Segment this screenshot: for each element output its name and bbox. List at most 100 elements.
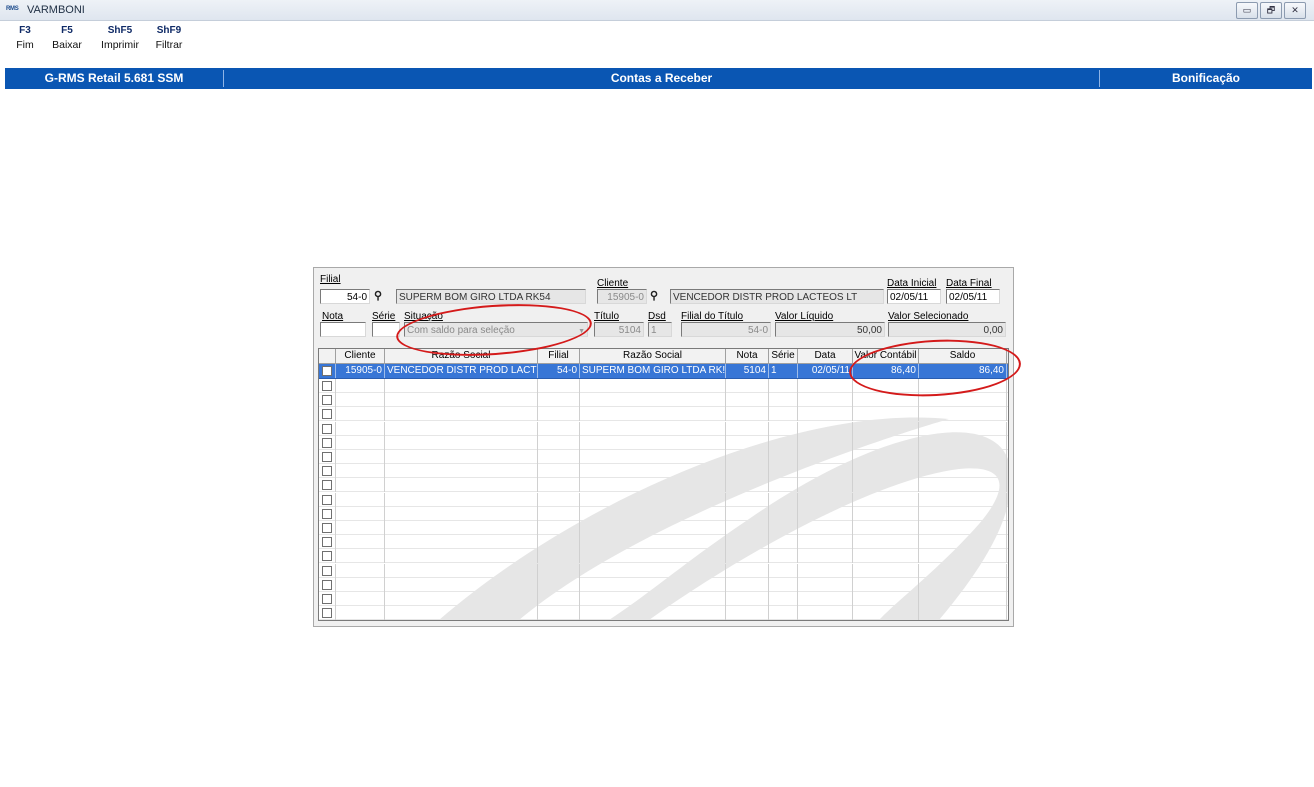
valor-selecionado-label: Valor Selecionado bbox=[888, 311, 969, 322]
row-select-cell[interactable] bbox=[319, 492, 336, 507]
col-header-filial[interactable]: Filial bbox=[538, 349, 580, 363]
row-select-cell[interactable] bbox=[319, 464, 336, 479]
data-inicial-input[interactable]: 02/05/11 bbox=[887, 289, 941, 304]
checkbox-icon[interactable] bbox=[322, 466, 332, 477]
table-row[interactable] bbox=[319, 506, 1008, 521]
col-header-data[interactable]: Data bbox=[798, 349, 853, 363]
row-select-cell[interactable] bbox=[319, 393, 336, 408]
situacao-label: Situação bbox=[404, 311, 443, 322]
checkbox-icon[interactable] bbox=[322, 381, 332, 391]
row-select-cell[interactable] bbox=[319, 577, 336, 592]
grid-cell bbox=[580, 577, 726, 592]
checkbox-icon[interactable] bbox=[322, 395, 332, 406]
checkbox-icon[interactable] bbox=[322, 594, 332, 604]
checkbox-icon[interactable] bbox=[322, 366, 332, 376]
col-header-nota[interactable]: Nota bbox=[726, 349, 769, 363]
binoculars-icon[interactable]: ⚲ bbox=[650, 289, 658, 302]
col-header-saldo[interactable]: Saldo bbox=[919, 349, 1007, 363]
filial-input[interactable]: 54-0 bbox=[320, 289, 370, 304]
row-select-cell[interactable] bbox=[319, 549, 336, 564]
checkbox-icon[interactable] bbox=[322, 480, 332, 491]
nota-input[interactable] bbox=[320, 322, 366, 337]
grid-cell bbox=[798, 549, 853, 564]
row-select-cell[interactable] bbox=[319, 379, 336, 393]
row-select-cell[interactable] bbox=[319, 435, 336, 450]
grid-cell bbox=[385, 506, 538, 521]
grid-cell bbox=[385, 521, 538, 535]
table-row[interactable] bbox=[319, 379, 1008, 393]
checkbox-icon[interactable] bbox=[322, 523, 332, 533]
cliente-input[interactable]: 15905-0 bbox=[597, 289, 647, 304]
grid-cell bbox=[336, 521, 385, 535]
baixar-button[interactable]: F5 Baixar bbox=[50, 25, 84, 51]
table-row[interactable] bbox=[319, 577, 1008, 592]
grid-cell bbox=[853, 506, 919, 521]
checkbox-icon[interactable] bbox=[322, 409, 332, 420]
checkbox-icon[interactable] bbox=[322, 437, 332, 448]
grid-cell bbox=[853, 421, 919, 436]
table-row[interactable] bbox=[319, 521, 1008, 535]
titles-grid[interactable]: Cliente Razão Social Filial Razão Social… bbox=[318, 348, 1009, 621]
grid-cell bbox=[385, 592, 538, 606]
col-header-cliente[interactable]: Cliente bbox=[336, 349, 385, 363]
dsd-input[interactable]: 1 bbox=[648, 322, 672, 337]
row-select-cell[interactable] bbox=[319, 592, 336, 606]
table-row[interactable] bbox=[319, 407, 1008, 422]
checkbox-icon[interactable] bbox=[322, 551, 332, 562]
table-row[interactable] bbox=[319, 535, 1008, 550]
row-select-cell[interactable] bbox=[319, 563, 336, 578]
row-select-cell[interactable] bbox=[319, 450, 336, 464]
checkbox-icon[interactable] bbox=[322, 608, 332, 619]
table-row[interactable] bbox=[319, 606, 1008, 620]
data-inicial-label: Data Inicial bbox=[887, 278, 937, 289]
checkbox-icon[interactable] bbox=[322, 452, 332, 462]
table-row[interactable] bbox=[319, 435, 1008, 450]
filtrar-button[interactable]: ShF9 Filtrar bbox=[148, 25, 190, 51]
row-select-cell[interactable] bbox=[319, 606, 336, 620]
grid-cell bbox=[853, 435, 919, 450]
table-row[interactable] bbox=[319, 464, 1008, 479]
filtrar-key: ShF9 bbox=[156, 25, 182, 36]
col-header-valor-contabil[interactable]: Valor Contábil bbox=[853, 349, 919, 363]
checkbox-icon[interactable] bbox=[322, 423, 332, 434]
row-select-cell[interactable] bbox=[319, 421, 336, 436]
table-row[interactable] bbox=[319, 492, 1008, 507]
row-select-cell[interactable] bbox=[319, 478, 336, 493]
imprimir-button[interactable]: ShF5 Imprimir bbox=[92, 25, 148, 51]
table-row[interactable]: 15905-0 VENCEDOR DISTR PROD LACT 54-0 SU… bbox=[319, 364, 1008, 379]
table-row[interactable] bbox=[319, 421, 1008, 436]
minimize-icon[interactable]: ▭ bbox=[1236, 2, 1258, 19]
checkbox-icon[interactable] bbox=[322, 579, 332, 590]
table-row[interactable] bbox=[319, 450, 1008, 464]
titulo-input[interactable]: 5104 bbox=[594, 322, 644, 337]
grid-cell bbox=[769, 535, 798, 550]
col-header-razao-social-cliente[interactable]: Razão Social bbox=[385, 349, 538, 363]
table-row[interactable] bbox=[319, 592, 1008, 606]
row-select-cell[interactable] bbox=[319, 535, 336, 550]
grid-cell bbox=[538, 407, 580, 422]
checkbox-icon[interactable] bbox=[322, 565, 332, 576]
row-select-cell[interactable] bbox=[319, 521, 336, 535]
restore-icon[interactable]: 🗗 bbox=[1260, 2, 1282, 19]
table-row[interactable] bbox=[319, 393, 1008, 408]
binoculars-icon[interactable]: ⚲ bbox=[374, 289, 382, 302]
imprimir-label: Imprimir bbox=[101, 39, 139, 51]
data-final-input[interactable]: 02/05/11 bbox=[946, 289, 1000, 304]
close-icon[interactable]: ✕ bbox=[1284, 2, 1306, 19]
table-row[interactable] bbox=[319, 563, 1008, 578]
row-select-cell[interactable] bbox=[319, 364, 336, 378]
table-row[interactable] bbox=[319, 549, 1008, 564]
table-row[interactable] bbox=[319, 478, 1008, 493]
checkbox-icon[interactable] bbox=[322, 508, 332, 519]
serie-input[interactable] bbox=[372, 322, 400, 337]
situacao-dropdown[interactable]: Com saldo para seleção ▼ bbox=[404, 322, 588, 337]
fim-button[interactable]: F3 Fim bbox=[10, 25, 40, 51]
col-header-serie[interactable]: Série bbox=[769, 349, 798, 363]
row-select-cell[interactable] bbox=[319, 407, 336, 422]
col-header-select bbox=[319, 349, 336, 363]
checkbox-icon[interactable] bbox=[322, 494, 332, 505]
col-header-razao-social-filial[interactable]: Razão Social bbox=[580, 349, 726, 363]
checkbox-icon[interactable] bbox=[322, 537, 332, 548]
row-select-cell[interactable] bbox=[319, 506, 336, 521]
filial-titulo-input[interactable]: 54-0 bbox=[681, 322, 771, 337]
